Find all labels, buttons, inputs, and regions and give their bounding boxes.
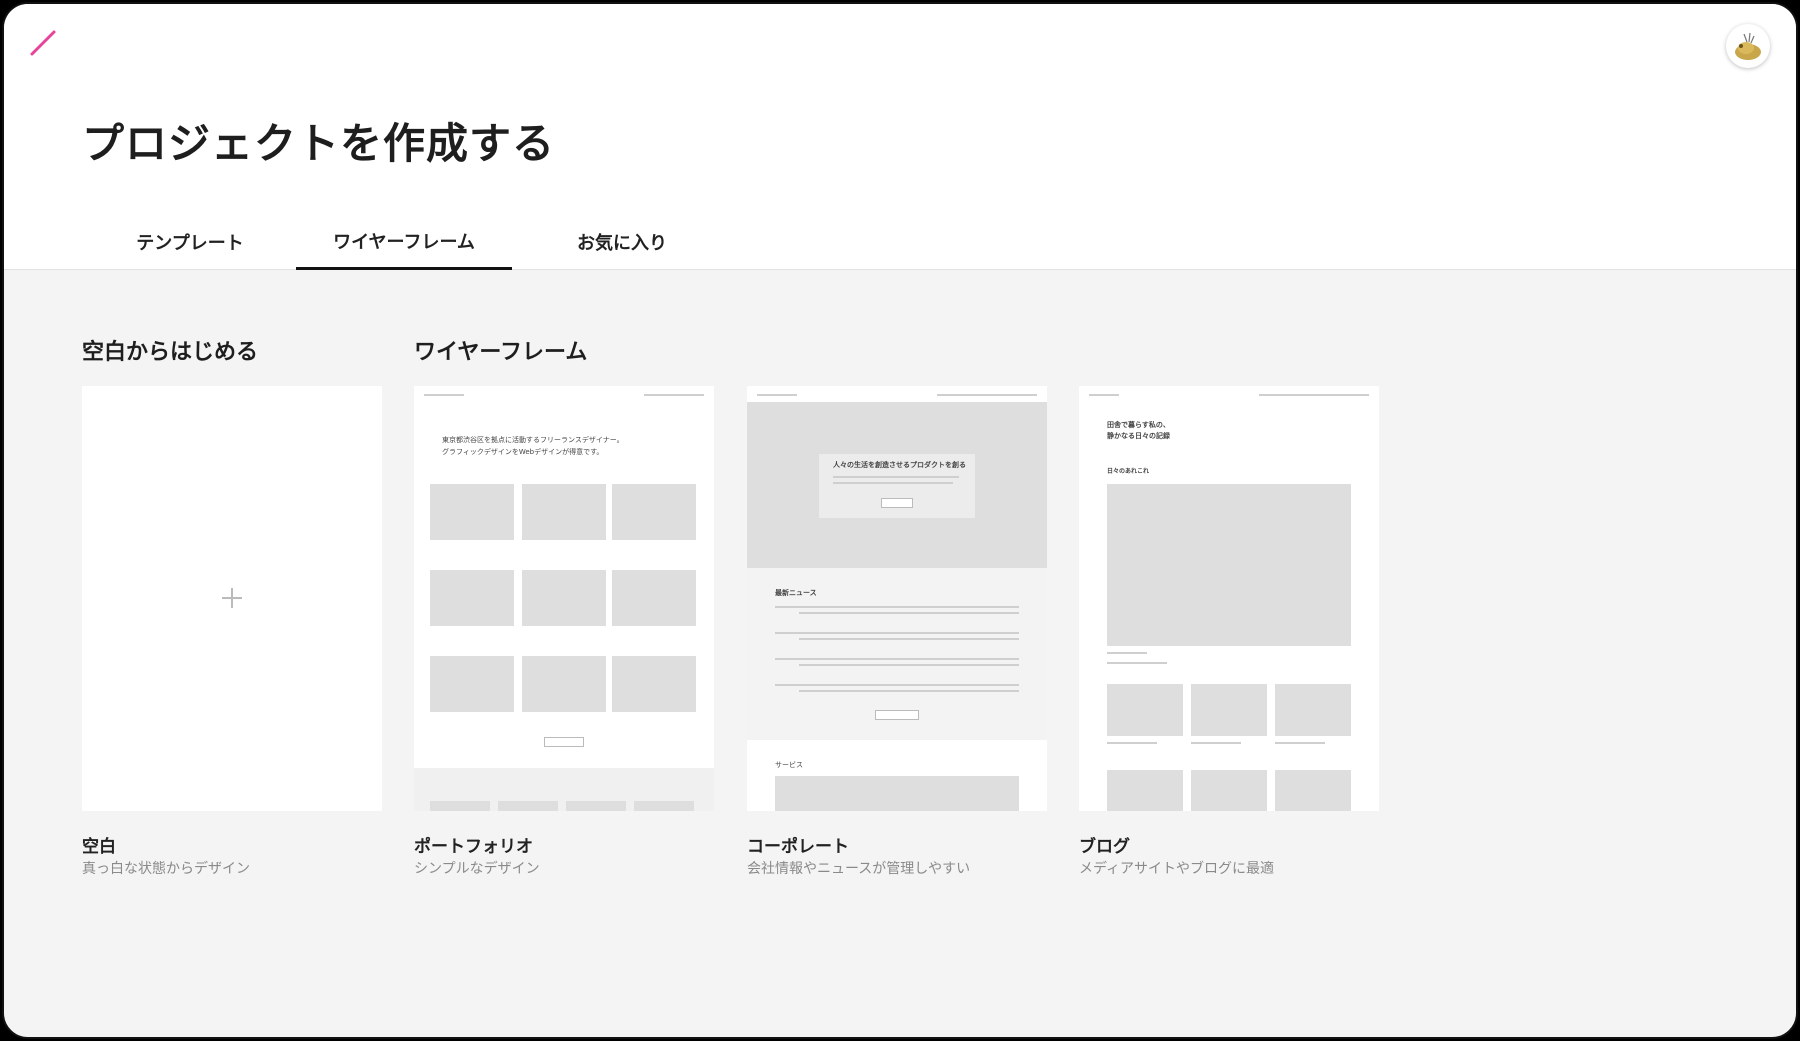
preview-image: [1275, 770, 1351, 811]
preview-text-line: [799, 612, 1019, 614]
preview-image: [1275, 684, 1351, 736]
app-window: プロジェクトを作成する テンプレート ワイヤーフレーム お気に入り 空白からはじ…: [2, 2, 1798, 1039]
preview-image: [1107, 684, 1183, 736]
preview-text-line: [775, 632, 1019, 634]
preview-button: [544, 737, 584, 747]
tab-label: ワイヤーフレーム: [333, 231, 475, 253]
preview-image: [612, 484, 696, 540]
corporate-template-card[interactable]: 人々の生活を創造させるプロダクトを創る 最新ニュース サービス: [747, 386, 1047, 811]
preview-text-line: [1107, 652, 1147, 654]
preview-image: [430, 484, 514, 540]
user-avatar[interactable]: [1726, 24, 1770, 68]
blank-card[interactable]: [82, 386, 382, 811]
preview-text-line: [775, 606, 1019, 608]
preview-image: [1191, 684, 1267, 736]
preview-text-line: [1191, 742, 1241, 744]
preview-logo: [757, 394, 797, 396]
preview-image: [522, 656, 606, 712]
preview-text-line: [799, 664, 1019, 666]
preview-text-line: [1275, 742, 1325, 744]
tab-favorites[interactable]: お気に入り: [552, 214, 692, 270]
section-title-wireframe: ワイヤーフレーム: [414, 340, 588, 365]
card-description: メディアサイトやブログに最適: [1079, 861, 1275, 877]
preview-text-line: [1107, 662, 1167, 664]
tab-label: お気に入り: [577, 233, 667, 254]
preview-image: [612, 570, 696, 626]
portfolio-template-card[interactable]: 東京都渋谷区を拠点に活動するフリーランスデザイナー。 グラフィックデザインをWe…: [414, 386, 714, 811]
preview-image: [634, 801, 694, 811]
preview-nav: [937, 394, 1037, 396]
preview-image: [612, 656, 696, 712]
preview-text-line: [775, 658, 1019, 660]
preview-text-line: [833, 476, 959, 478]
preview-heading: 田舎で暮らす私の、 静かなる日々の記録: [1107, 421, 1170, 440]
card-title: ポートフォリオ: [414, 837, 533, 857]
preview-text-line: [799, 690, 1019, 692]
tab-label: テンプレート: [136, 233, 244, 254]
preview-nav: [644, 394, 704, 396]
avatar-illustration-icon: [1735, 32, 1761, 60]
preview-image: [498, 801, 558, 811]
tab-wireframe[interactable]: ワイヤーフレーム: [296, 214, 512, 270]
preview-button: [881, 498, 913, 508]
card-description: 真っ白な状態からデザイン: [82, 861, 250, 877]
card-description: シンプルなデザイン: [414, 861, 540, 877]
card-description: 会社情報やニュースが管理しやすい: [747, 861, 971, 877]
preview-text-line: [1107, 742, 1157, 744]
preview-image: [1191, 770, 1267, 811]
preview-logo: [1089, 394, 1119, 396]
tab-bar: テンプレート ワイヤーフレーム お気に入り: [4, 214, 1796, 270]
blog-template-card[interactable]: 田舎で暮らす私の、 静かなる日々の記録 日々のあれこれ: [1079, 386, 1379, 811]
preview-text-line: [799, 638, 1019, 640]
preview-hero-text: 人々の生活を創造させるプロダクトを創る: [833, 461, 966, 469]
preview-image: [430, 570, 514, 626]
preview-image: [566, 801, 626, 811]
section-title-blank: 空白からはじめる: [82, 340, 259, 365]
preview-service-title: サービス: [775, 761, 803, 769]
plus-icon: [222, 588, 242, 608]
preview-image: [430, 801, 490, 811]
card-title: コーポレート: [747, 837, 849, 857]
card-title: 空白: [82, 837, 116, 857]
preview-heading: 東京都渋谷区を拠点に活動するフリーランスデザイナー。 グラフィックデザインをWe…: [442, 436, 624, 456]
preview-image: [775, 776, 1019, 811]
logo-icon[interactable]: [28, 28, 58, 58]
preview-image: [522, 484, 606, 540]
preview-image: [430, 656, 514, 712]
preview-image: [1107, 770, 1183, 811]
preview-text-line: [775, 684, 1019, 686]
tab-template[interactable]: テンプレート: [116, 214, 264, 270]
card-title: ブログ: [1079, 837, 1130, 857]
page-title: プロジェクトを作成する: [82, 119, 556, 168]
preview-image: [1107, 484, 1351, 646]
preview-button: [875, 710, 919, 720]
preview-text-line: [833, 482, 953, 484]
preview-logo: [424, 394, 464, 396]
header: プロジェクトを作成する テンプレート ワイヤーフレーム お気に入り: [4, 4, 1796, 270]
preview-news-title: 最新ニュース: [775, 589, 817, 597]
preview-section-title: 日々のあれこれ: [1107, 468, 1150, 475]
preview-image: [522, 570, 606, 626]
preview-nav: [1259, 394, 1369, 396]
